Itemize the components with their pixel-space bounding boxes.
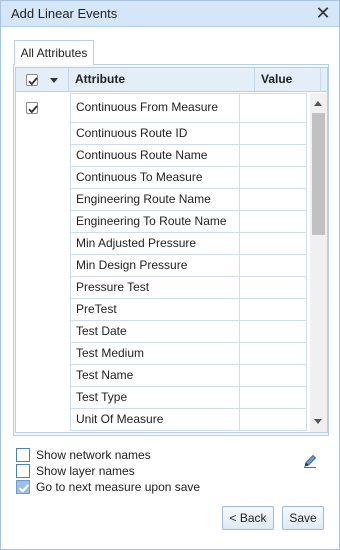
show-layer-names-label: Show layer names [36, 464, 135, 478]
table-row[interactable]: Continuous Route Name [16, 145, 310, 167]
attribute-cell: Test Date [70, 321, 240, 343]
table-row[interactable]: Continuous To Measure [16, 167, 310, 189]
select-all-checkbox[interactable] [26, 74, 38, 86]
table-row[interactable]: Pressure Test [16, 277, 310, 299]
row-check-cell [16, 321, 70, 343]
row-check-cell [16, 93, 70, 123]
attribute-cell: Continuous Route Name [70, 145, 240, 167]
table-row[interactable]: Min Design Pressure [16, 255, 310, 277]
row-check-cell [16, 167, 70, 189]
table-row[interactable]: Unit Of Measure [16, 409, 310, 431]
grid-rows: Continuous From Measure Continuous Route… [16, 93, 310, 431]
value-cell[interactable] [240, 299, 307, 321]
grid-header: Attribute Value [16, 68, 327, 92]
chevron-down-icon[interactable] [50, 78, 58, 83]
attribute-cell: Unit Of Measure [70, 409, 240, 431]
value-cell[interactable] [240, 233, 307, 255]
attribute-cell: Test Type [70, 387, 240, 409]
next-measure-checkbox[interactable] [16, 480, 30, 494]
value-cell[interactable] [240, 211, 307, 233]
value-cell[interactable] [240, 189, 307, 211]
panel-title: Add Linear Events [11, 6, 118, 21]
row-check-cell [16, 189, 70, 211]
row-check-cell [16, 277, 70, 299]
save-button[interactable]: Save [282, 506, 324, 530]
value-cell[interactable] [240, 167, 307, 189]
attribute-cell: Test Medium [70, 343, 240, 365]
table-row[interactable]: Test Name [16, 365, 310, 387]
grid-scrollbar[interactable] [310, 93, 327, 432]
value-cell[interactable] [240, 277, 307, 299]
attribute-cell: Test Name [70, 365, 240, 387]
row-check-cell [16, 211, 70, 233]
row-check-cell [16, 123, 70, 145]
column-header-attribute[interactable]: Attribute [68, 68, 254, 92]
table-row[interactable]: PreTest [16, 299, 310, 321]
table-row[interactable]: Engineering To Route Name [16, 211, 310, 233]
value-cell[interactable] [240, 365, 307, 387]
row-check-cell [16, 255, 70, 277]
value-cell[interactable] [240, 93, 307, 123]
add-linear-events-panel: Add Linear Events ✕ All Attributes Attri… [0, 0, 340, 550]
attribute-cell: Engineering Route Name [70, 189, 240, 211]
table-row[interactable]: Engineering Route Name [16, 189, 310, 211]
tab-all-attributes[interactable]: All Attributes [14, 40, 94, 65]
header-check-cell [16, 68, 68, 92]
row-check-cell [16, 233, 70, 255]
row-check-cell [16, 409, 70, 431]
column-header-value[interactable]: Value [254, 68, 320, 92]
row-checkbox[interactable] [26, 102, 38, 114]
next-measure-label: Go to next measure upon save [36, 480, 201, 494]
value-cell[interactable] [240, 255, 307, 277]
value-cell[interactable] [240, 321, 307, 343]
value-cell[interactable] [240, 387, 307, 409]
close-icon[interactable]: ✕ [315, 4, 331, 22]
value-cell[interactable] [240, 123, 307, 145]
scroll-down-icon[interactable] [314, 419, 322, 424]
attribute-cell: PreTest [70, 299, 240, 321]
pencil-icon[interactable] [301, 452, 319, 470]
attribute-cell: Continuous From Measure [70, 93, 240, 123]
value-cell[interactable] [240, 343, 307, 365]
scrollbar-thumb[interactable] [312, 113, 325, 235]
show-network-names-label: Show network names [36, 448, 151, 462]
row-check-cell [16, 145, 70, 167]
attribute-cell: Engineering To Route Name [70, 211, 240, 233]
table-row[interactable]: Test Type [16, 387, 310, 409]
row-check-cell [16, 365, 70, 387]
header-scroll-spacer [320, 68, 327, 92]
table-row[interactable]: Continuous Route ID [16, 123, 310, 145]
attribute-cell: Pressure Test [70, 277, 240, 299]
back-button[interactable]: < Back [222, 506, 274, 530]
value-cell[interactable] [240, 145, 307, 167]
table-row[interactable]: Test Medium [16, 343, 310, 365]
table-row[interactable]: Continuous From Measure [16, 93, 310, 123]
row-check-cell [16, 343, 70, 365]
title-bar: Add Linear Events ✕ [1, 1, 339, 27]
attribute-cell: Continuous To Measure [70, 167, 240, 189]
show-network-names-checkbox[interactable] [16, 448, 30, 462]
table-row[interactable]: Test Date [16, 321, 310, 343]
row-check-cell [16, 299, 70, 321]
attribute-cell: Min Adjusted Pressure [70, 233, 240, 255]
show-layer-names-checkbox[interactable] [16, 464, 30, 478]
attribute-cell: Continuous Route ID [70, 123, 240, 145]
scroll-up-icon[interactable] [314, 101, 322, 106]
attribute-cell: Min Design Pressure [70, 255, 240, 277]
attribute-grid: Attribute Value Continuous From Measure … [15, 67, 328, 433]
value-cell[interactable] [240, 409, 307, 431]
table-row[interactable]: Min Adjusted Pressure [16, 233, 310, 255]
row-check-cell [16, 387, 70, 409]
